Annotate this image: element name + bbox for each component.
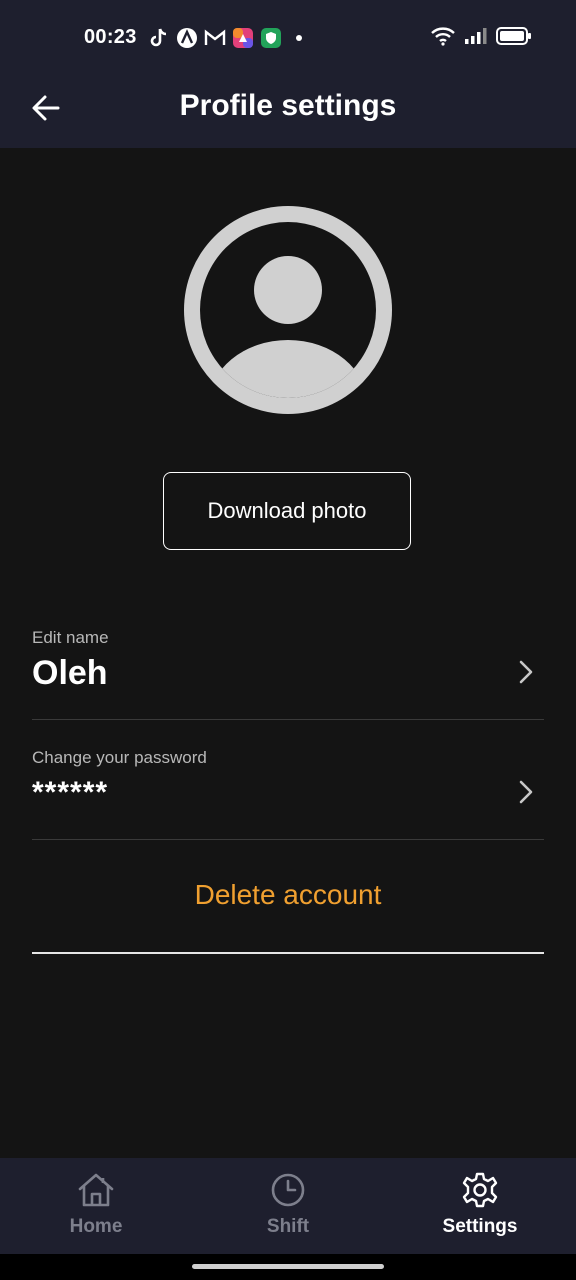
- status-bar: 00:23: [0, 0, 576, 78]
- page-title: Profile settings: [179, 89, 397, 122]
- dot-icon: [288, 27, 310, 49]
- photo-app-icon: [232, 27, 254, 49]
- divider: [32, 839, 544, 840]
- password-value: ******: [32, 776, 109, 809]
- profile-settings-screen: 00:23 Profile settings Download photo Ed…: [0, 0, 576, 1280]
- shield-app-icon: [260, 27, 282, 49]
- home-icon: [78, 1173, 114, 1207]
- clock-icon: [271, 1173, 305, 1207]
- chevron-right-icon: [519, 660, 533, 684]
- nav-shift[interactable]: Shift: [192, 1158, 384, 1254]
- nav-shift-label: Shift: [266, 1216, 310, 1237]
- notification-icons: [148, 26, 310, 50]
- app-a-icon: [176, 27, 198, 49]
- divider: [32, 719, 544, 720]
- change-password-label: Change your password: [32, 748, 207, 767]
- delete-account-button[interactable]: Delete account: [32, 870, 544, 920]
- gmail-icon: [204, 27, 226, 49]
- signal-icon: [464, 27, 488, 50]
- edit-name-label: Edit name: [32, 628, 109, 647]
- edit-name-row[interactable]: Edit name Oleh: [32, 628, 544, 728]
- bottom-navigation: Home Shift Settings: [0, 1158, 576, 1254]
- battery-icon: [496, 26, 532, 50]
- top-bar: 00:23 Profile settings: [0, 0, 576, 148]
- nav-home-label: Home: [69, 1216, 123, 1237]
- download-photo-button[interactable]: Download photo: [163, 472, 411, 550]
- status-time: 00:23: [84, 26, 137, 48]
- gear-icon: [462, 1172, 498, 1208]
- profile-avatar[interactable]: [184, 206, 392, 414]
- nav-home[interactable]: Home: [0, 1158, 192, 1254]
- name-value: Oleh: [32, 654, 108, 692]
- gesture-area: [0, 1254, 576, 1280]
- system-icons: [430, 26, 532, 50]
- nav-settings[interactable]: Settings: [384, 1158, 576, 1254]
- app-header: Profile settings: [0, 78, 576, 148]
- delete-underline: [32, 952, 544, 954]
- home-gesture-bar[interactable]: [192, 1264, 384, 1269]
- nav-settings-label: Settings: [442, 1216, 518, 1237]
- chevron-right-icon: [519, 780, 533, 804]
- tiktok-icon: [148, 27, 170, 49]
- wifi-icon: [430, 26, 456, 51]
- user-avatar-icon: [184, 206, 392, 414]
- change-password-row[interactable]: Change your password ******: [32, 748, 544, 848]
